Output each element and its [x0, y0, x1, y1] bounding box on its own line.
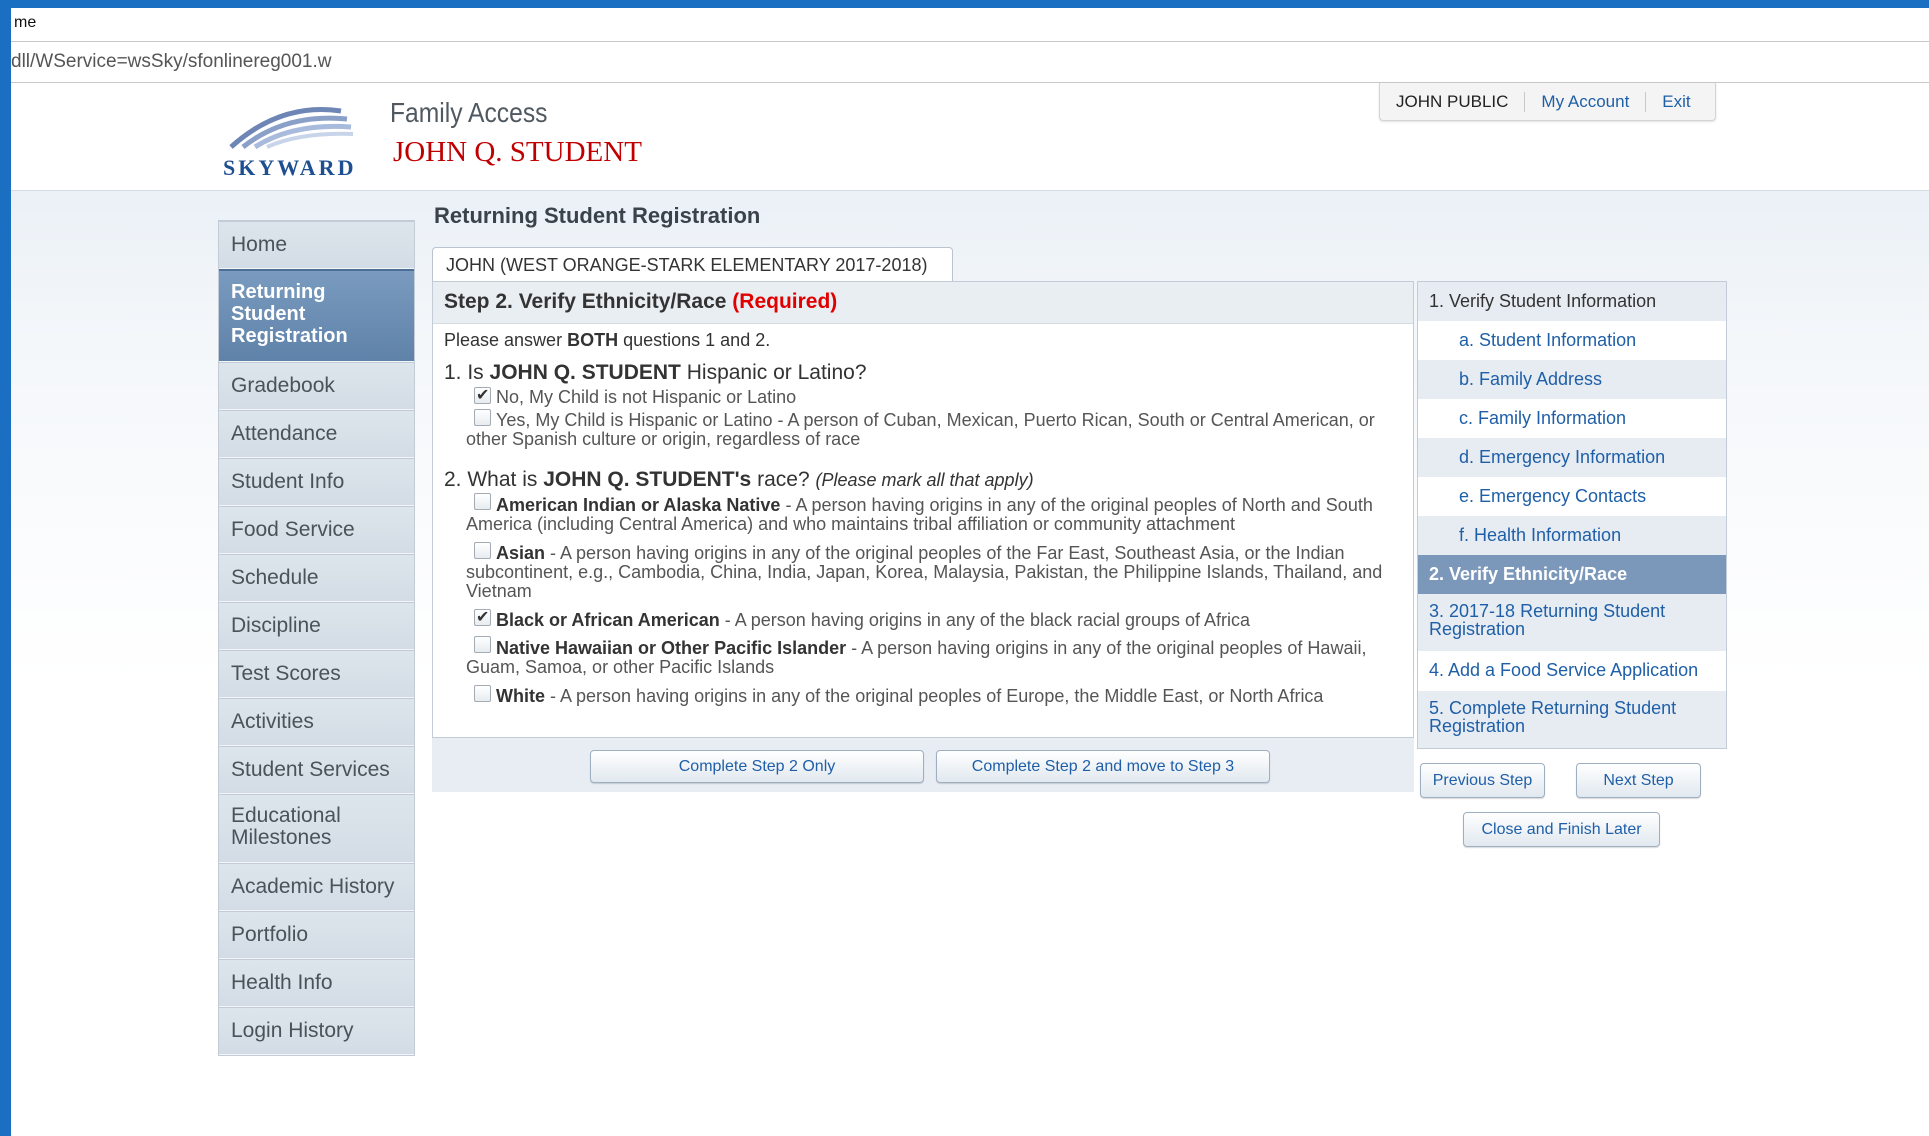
nav-test-scores[interactable]: Test Scores [219, 650, 414, 698]
nav-educational-milestones[interactable]: Educational Milestones [219, 794, 414, 863]
step-verify-student-info[interactable]: 1. Verify Student Information [1418, 282, 1726, 321]
instructions-emphasis: BOTH [567, 330, 619, 350]
nav-returning-student-registration[interactable]: Returning Student Registration [219, 269, 414, 362]
question-1-post: Hispanic or Latino? [686, 361, 867, 384]
nav-food-service[interactable]: Food Service [219, 506, 414, 554]
race-white-desc: - A person having origins in any of the … [545, 686, 1324, 706]
hispanic-yes-label: Yes, My Child is Hispanic or Latino - A … [466, 410, 1375, 449]
nav-health-info[interactable]: Health Info [219, 959, 414, 1007]
nav-discipline[interactable]: Discipline [219, 602, 414, 650]
nav-student-services[interactable]: Student Services [219, 746, 414, 794]
question-2: 2. What is JOHN Q. STUDENT's race? (Plea… [444, 468, 1034, 492]
question-2-pre: 2. What is [444, 468, 538, 491]
step-student-information[interactable]: a. Student Information [1418, 321, 1726, 360]
nav-login-history[interactable]: Login History [219, 1007, 414, 1055]
race-asian-label: Asian - A person having origins in any o… [466, 544, 1386, 601]
step-health-information[interactable]: f. Health Information [1418, 516, 1726, 555]
nav-portfolio[interactable]: Portfolio [219, 911, 414, 959]
question-2-post: race? [757, 468, 810, 491]
race-american-indian-name: American Indian or Alaska Native [496, 495, 781, 515]
step-returning-registration[interactable]: 3. 2017-18 Returning Student Registratio… [1418, 594, 1726, 651]
next-step-button[interactable]: Next Step [1576, 763, 1701, 798]
step-food-service-application[interactable]: 4. Add a Food Service Application [1418, 651, 1726, 691]
race-american-indian-label: American Indian or Alaska Native - A per… [466, 496, 1386, 534]
close-finish-later-button[interactable]: Close and Finish Later [1463, 812, 1660, 847]
instructions-text-end: questions 1 and 2. [623, 330, 771, 350]
window-title: me [11, 8, 1929, 42]
previous-step-button[interactable]: Previous Step [1420, 763, 1545, 798]
student-name: JOHN Q. STUDENT [393, 136, 642, 168]
step-family-address[interactable]: b. Family Address [1418, 360, 1726, 399]
race-pacific-islander-name: Native Hawaiian or Other Pacific Islande… [496, 638, 847, 658]
step-family-information[interactable]: c. Family Information [1418, 399, 1726, 438]
app-name: Family Access [390, 97, 548, 128]
complete-step-2-only-button[interactable]: Complete Step 2 Only [590, 750, 924, 783]
race-white-label: White - A person having origins in any o… [466, 687, 1386, 706]
action-bar: Complete Step 2 Only Complete Step 2 and… [432, 738, 1414, 792]
window-border-left [0, 0, 11, 1136]
skyward-logo[interactable]: SKYWARD [221, 97, 381, 180]
race-black-label: Black or African American - A person hav… [466, 611, 1386, 630]
user-menu: JOHN PUBLIC My Account Exit [1379, 83, 1716, 121]
sidebar-nav: Home Returning Student Registration Grad… [218, 220, 415, 1056]
address-bar[interactable]: dll/WService=wsSky/sfonlinereg001.w [11, 42, 1929, 83]
nav-activities[interactable]: Activities [219, 698, 414, 746]
window-border-top [0, 0, 1929, 8]
race-white-name: White [496, 686, 545, 706]
nav-academic-history[interactable]: Academic History [219, 863, 414, 911]
step-heading: Step 2. Verify Ethnicity/Race (Required) [433, 282, 1413, 324]
step-verify-ethnicity-race[interactable]: 2. Verify Ethnicity/Race [1418, 555, 1726, 594]
race-pacific-islander-label: Native Hawaiian or Other Pacific Islande… [466, 639, 1386, 677]
nav-student-info[interactable]: Student Info [219, 458, 414, 506]
nav-attendance[interactable]: Attendance [219, 410, 414, 458]
steps-panel: 1. Verify Student Information a. Student… [1417, 281, 1727, 749]
step-title: Step 2. Verify Ethnicity/Race [444, 290, 727, 313]
question-1-pre: 1. Is [444, 361, 484, 384]
nav-home[interactable]: Home [219, 221, 414, 269]
race-asian-name: Asian [496, 543, 546, 563]
page-title: Returning Student Registration [434, 203, 761, 228]
race-black-desc: - A person having origins in any of the … [719, 610, 1251, 630]
question-2-name: JOHN Q. STUDENT's [543, 468, 752, 491]
registration-panel: Step 2. Verify Ethnicity/Race (Required)… [432, 281, 1414, 738]
race-black-name: Black or African American [496, 610, 720, 630]
instructions-text: Please answer [444, 330, 563, 350]
question-2-note: (Please mark all that apply) [815, 470, 1034, 490]
user-name: JOHN PUBLIC [1396, 91, 1509, 111]
step-emergency-information[interactable]: d. Emergency Information [1418, 438, 1726, 477]
page: SKYWARD Family Access JOHN Q. STUDENT JO… [11, 83, 1929, 1136]
hispanic-no-label: No, My Child is not Hispanic or Latino [496, 387, 797, 407]
header: SKYWARD Family Access JOHN Q. STUDENT JO… [11, 83, 1929, 191]
skyward-swoosh-icon: SKYWARD [223, 107, 356, 180]
svg-text:SKYWARD: SKYWARD [223, 155, 356, 179]
my-account-link[interactable]: My Account [1524, 91, 1645, 112]
exit-link[interactable]: Exit [1645, 91, 1706, 112]
step-complete-registration[interactable]: 5. Complete Returning Student Registrati… [1418, 691, 1726, 748]
question-1-name: JOHN Q. STUDENT [489, 361, 681, 384]
tab-student[interactable]: JOHN (WEST ORANGE-STARK ELEMENTARY 2017-… [432, 247, 953, 282]
nav-schedule[interactable]: Schedule [219, 554, 414, 602]
complete-step-2-next-button[interactable]: Complete Step 2 and move to Step 3 [936, 750, 1270, 783]
required-label: (Required) [732, 290, 838, 313]
instructions: Please answer BOTH questions 1 and 2. [444, 330, 770, 351]
race-asian-desc: - A person having origins in any of the … [466, 543, 1383, 601]
question-1: 1. Is JOHN Q. STUDENT Hispanic or Latino… [444, 361, 867, 385]
step-emergency-contacts[interactable]: e. Emergency Contacts [1418, 477, 1726, 516]
nav-gradebook[interactable]: Gradebook [219, 362, 414, 410]
